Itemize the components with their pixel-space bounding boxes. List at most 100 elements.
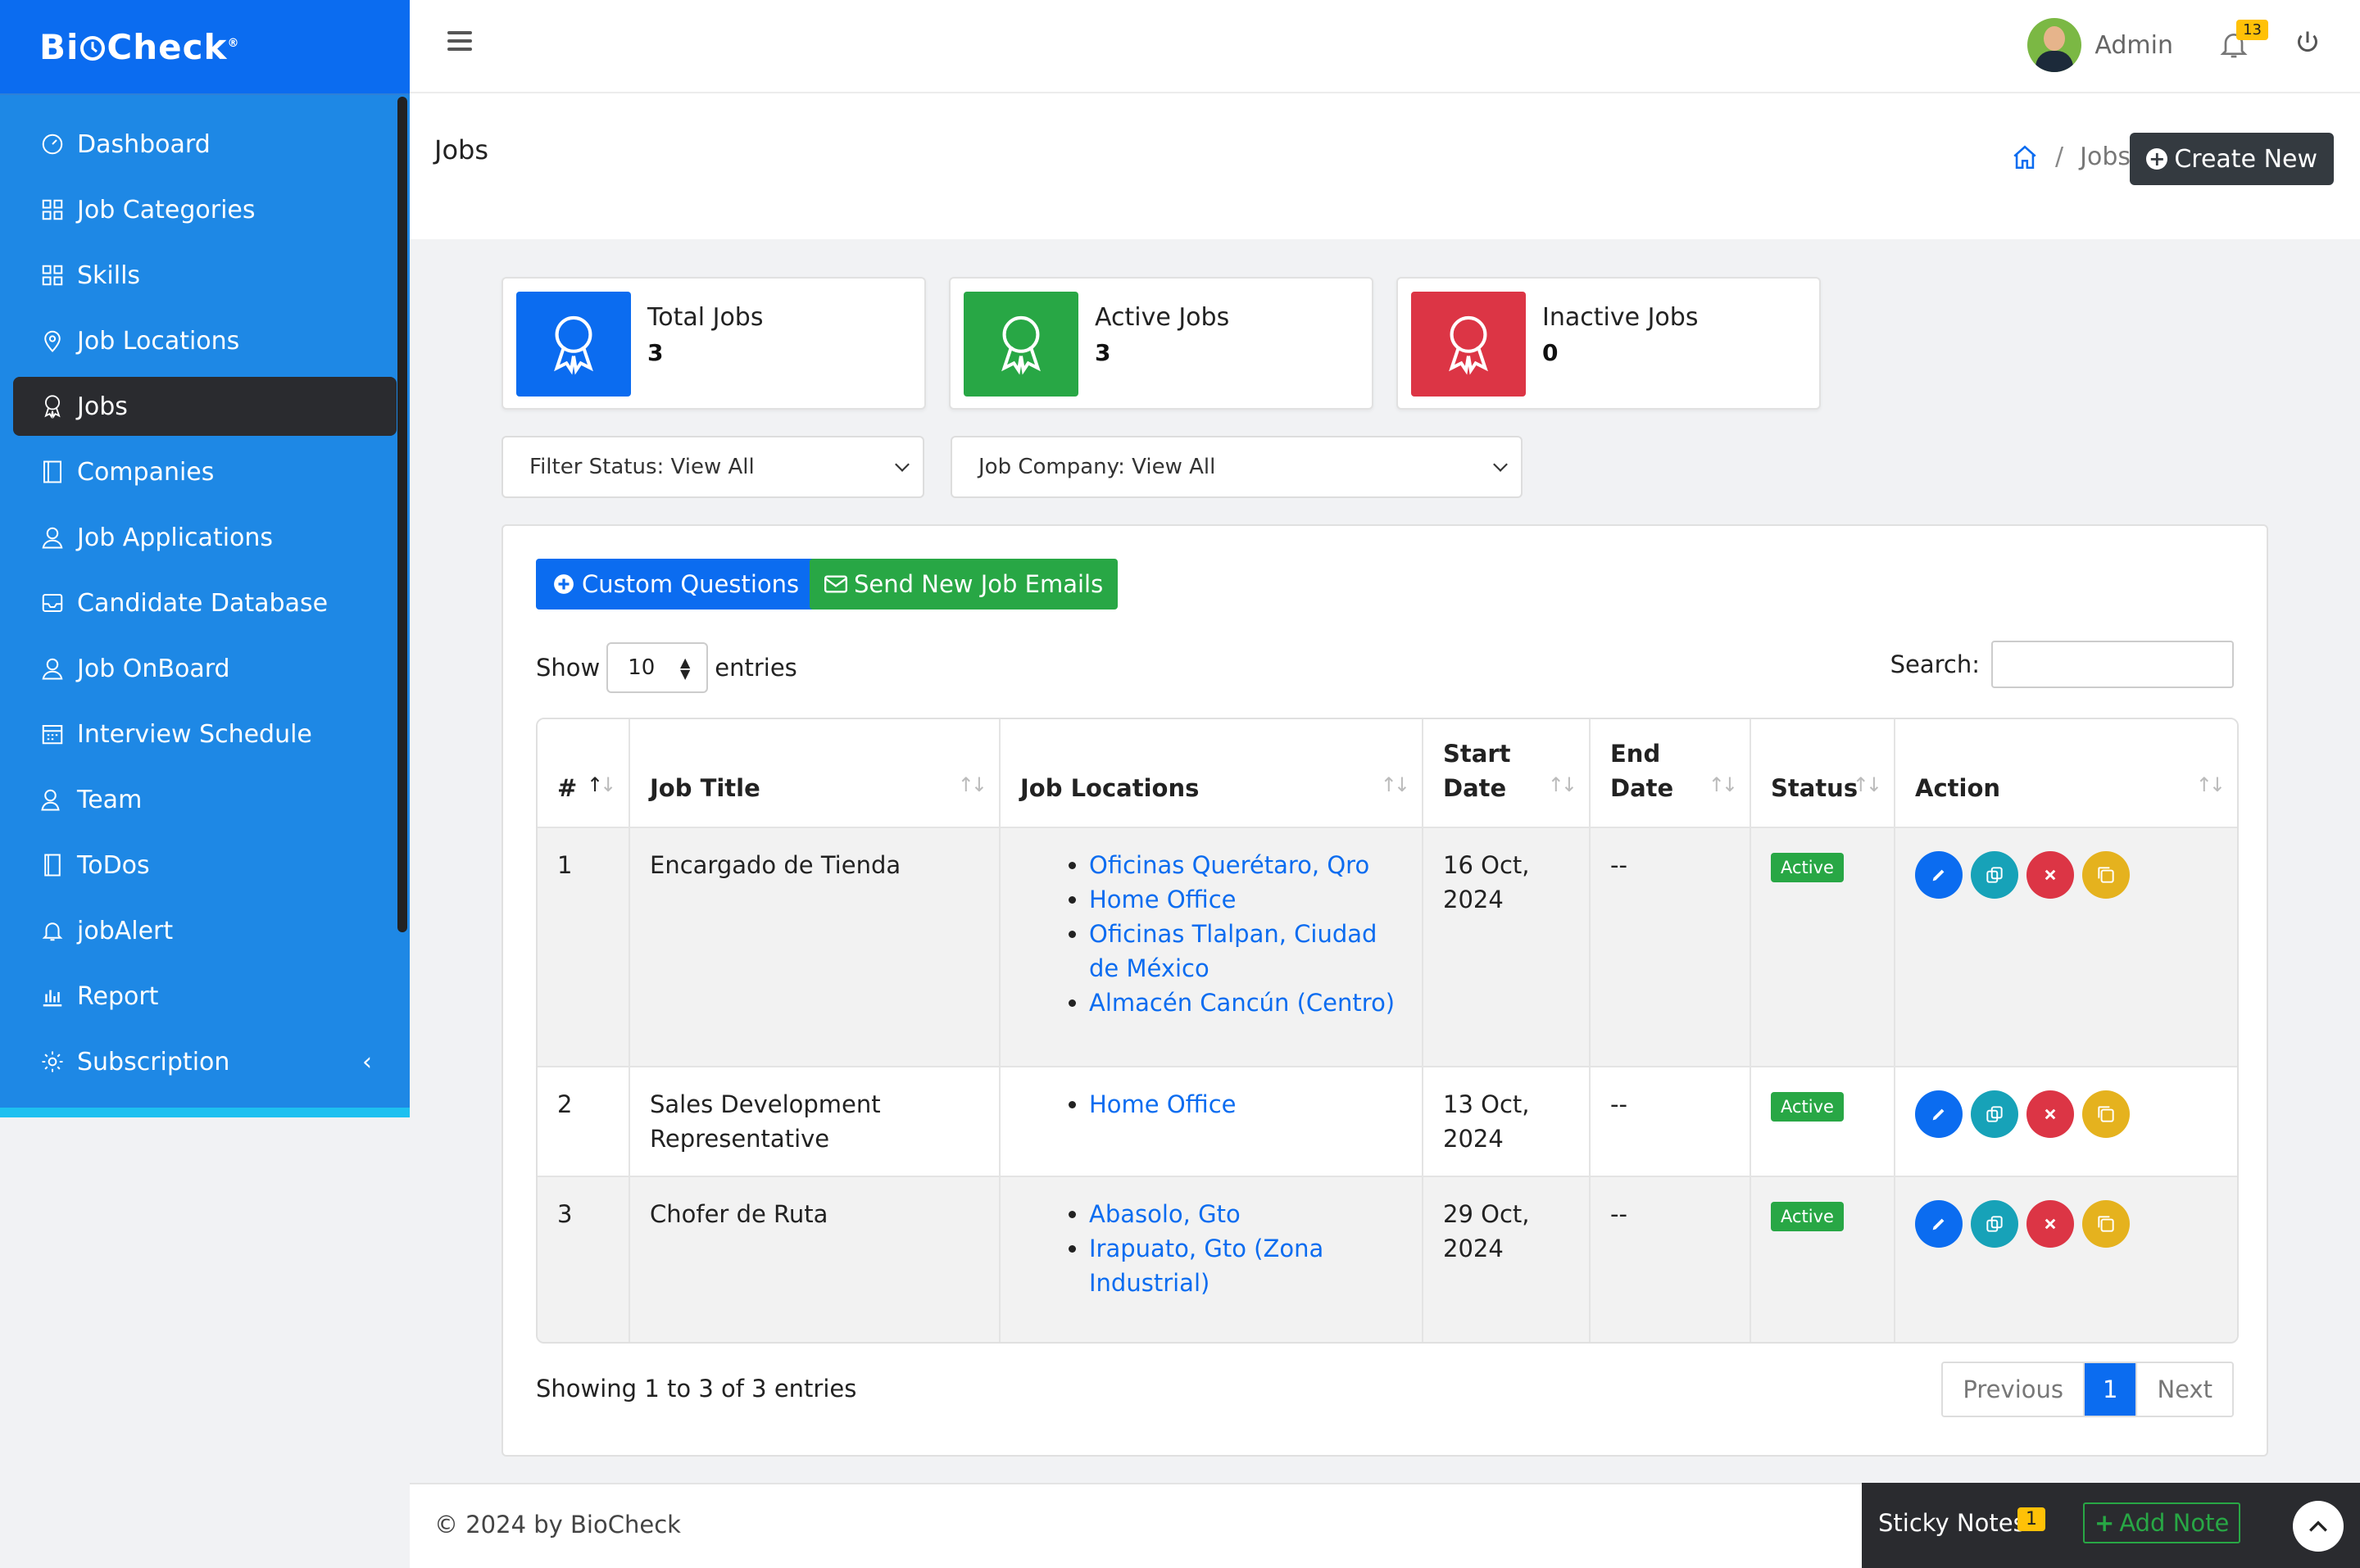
stat-label: Inactive Jobs — [1542, 303, 1699, 332]
scroll-top-button[interactable] — [2293, 1501, 2344, 1552]
cell-end-date: -- — [1590, 1176, 1751, 1342]
sidebar-item-job-applications[interactable]: Job Applications — [13, 508, 397, 567]
sidebar-item-todos[interactable]: ToDos — [13, 836, 397, 895]
sidebar-item-companies[interactable]: Companies — [13, 442, 397, 501]
pagination-page-1[interactable]: 1 — [2084, 1363, 2136, 1416]
status-badge: Active — [1771, 1202, 1844, 1231]
custom-questions-button[interactable]: Custom Questions — [536, 559, 816, 610]
cell-job-locations: Home Office — [1000, 1066, 1423, 1176]
cell-start-date: 13 Oct, 2024 — [1423, 1066, 1591, 1176]
sidebar-item-subscription[interactable]: Subscription ‹ — [13, 1032, 397, 1091]
close-icon — [2043, 1217, 2058, 1231]
user-name[interactable]: Admin — [2094, 31, 2173, 60]
sidebar-item-label: Candidate Database — [77, 588, 329, 618]
column-header-job-title[interactable]: Job Title ↑↓ — [629, 719, 1001, 828]
status-badge: Active — [1771, 1092, 1844, 1122]
sidebar-scrollbar[interactable] — [397, 97, 407, 932]
power-icon[interactable] — [2293, 28, 2322, 57]
location-link[interactable]: Oficinas Querétaro, Qro — [1089, 848, 1402, 882]
sidebar-item-interview-schedule[interactable]: Interview Schedule — [13, 705, 397, 764]
sidebar-item-skills[interactable]: Skills — [13, 246, 397, 305]
delete-button[interactable] — [2026, 1090, 2074, 1138]
delete-button[interactable] — [2026, 1200, 2074, 1248]
sidebar-item-dashboard[interactable]: Dashboard — [13, 115, 397, 174]
pagination: Previous 1 Next — [1941, 1362, 2234, 1417]
plus-icon: + — [2094, 1509, 2115, 1537]
location-link[interactable]: Home Office — [1089, 1087, 1402, 1122]
sidebar-item-label: ToDos — [77, 850, 150, 880]
duplicate-button[interactable] — [2082, 1090, 2130, 1138]
sort-asc-icon: ↑↓ — [587, 773, 616, 796]
column-header-job-locations[interactable]: Job Locations ↑↓ — [1000, 719, 1423, 828]
sticky-notes-label[interactable]: Sticky Notes — [1878, 1509, 2026, 1537]
pagination-next[interactable]: Next — [2135, 1363, 2232, 1416]
search-input[interactable] — [1991, 641, 2234, 688]
sidebar-item-label: Job Applications — [77, 523, 274, 552]
plus-circle-icon — [552, 573, 575, 596]
sidebar-item-team[interactable]: Team — [13, 770, 397, 829]
sidebar-item-candidate-database[interactable]: Candidate Database — [13, 573, 397, 632]
user-menu[interactable]: Admin — [2027, 18, 2173, 72]
sidebar-item-label: Companies — [77, 457, 215, 487]
edit-button[interactable] — [1915, 1090, 1963, 1138]
edit-button[interactable] — [1915, 851, 1963, 899]
chevron-left-icon[interactable]: ‹ — [362, 1048, 372, 1076]
duplicate-button[interactable] — [2082, 851, 2130, 899]
sidebar-accent-strip — [0, 1108, 410, 1117]
stat-box-total — [516, 292, 631, 397]
duplicate-button[interactable] — [2082, 1200, 2130, 1248]
page-size-select[interactable]: 10 ▲ ▼ — [606, 642, 709, 693]
cell-end-date: -- — [1590, 1066, 1751, 1176]
add-note-button[interactable]: + Add Note — [2083, 1502, 2241, 1543]
calendar-icon — [38, 719, 67, 749]
stat-label: Active Jobs — [1095, 303, 1230, 332]
status-filter-select[interactable]: Filter Status: View All — [502, 436, 924, 498]
location-link[interactable]: Home Office — [1089, 882, 1402, 917]
edit-button[interactable] — [1915, 1200, 1963, 1248]
delete-button[interactable] — [2026, 851, 2074, 899]
column-header-end-date[interactable]: End Date ↑↓ — [1590, 719, 1751, 828]
location-link[interactable]: Irapuato, Gto (Zona Industrial) — [1089, 1231, 1402, 1300]
sidebar-item-jobs[interactable]: Jobs — [13, 377, 397, 436]
menu-toggle-icon[interactable] — [447, 31, 472, 51]
column-header-number[interactable]: # ↑↓ — [538, 719, 630, 828]
sidebar-item-report[interactable]: Report — [13, 967, 397, 1026]
bell-icon — [38, 916, 67, 945]
location-link[interactable]: Oficinas Tlalpan, Ciudad de México — [1089, 917, 1402, 986]
cell-start-date: 29 Oct, 2024 — [1423, 1176, 1591, 1342]
copy-button[interactable] — [1971, 851, 2018, 899]
sidebar-item-job-onboard[interactable]: Job OnBoard — [13, 639, 397, 698]
table-row: 3Chofer de RutaAbasolo, GtoIrapuato, Gto… — [538, 1176, 2237, 1342]
copy-button[interactable] — [1971, 1200, 2018, 1248]
cell-number: 2 — [538, 1066, 630, 1176]
sidebar-item-job-categories[interactable]: Job Categories — [13, 180, 397, 239]
duplicate-icon — [2095, 864, 2117, 886]
create-new-button[interactable]: + Create New — [2130, 133, 2334, 185]
copy-button[interactable] — [1971, 1090, 2018, 1138]
column-header-start-date[interactable]: Start Date ↑↓ — [1423, 719, 1591, 828]
sort-icon: ↑↓ — [1708, 773, 1738, 796]
column-header-action[interactable]: Action ↑↓ — [1895, 719, 2237, 828]
table-search: Search: — [1890, 641, 2234, 688]
location-link[interactable]: Abasolo, Gto — [1089, 1197, 1402, 1231]
company-filter-select[interactable]: Job Company: View All — [951, 436, 1523, 498]
sidebar-nav: Dashboard Job Categories Skills Job Locatio… — [0, 95, 410, 1091]
cell-start-date: 16 Oct, 2024 — [1423, 827, 1591, 1067]
grid-icon — [38, 261, 67, 290]
send-job-emails-button[interactable]: Send New Job Emails — [810, 559, 1119, 610]
cell-actions — [1895, 1176, 2237, 1342]
stat-card-inactive-jobs: Inactive Jobs 0 — [1396, 277, 1821, 410]
map-pin-icon — [38, 326, 67, 356]
sort-icon: ↑↓ — [957, 773, 987, 796]
avatar[interactable] — [2027, 18, 2082, 72]
book-icon — [38, 850, 67, 880]
home-icon[interactable] — [2011, 143, 2039, 171]
location-link[interactable]: Almacén Cancún (Centro) — [1089, 986, 1402, 1020]
duplicate-icon — [2095, 1213, 2117, 1235]
column-header-status[interactable]: Status ↑↓ — [1750, 719, 1895, 828]
brand-logo[interactable]: Bi Check® — [0, 0, 410, 95]
cell-number: 1 — [538, 827, 630, 1067]
sidebar-item-job-locations[interactable]: Job Locations — [13, 311, 397, 370]
sidebar-item-jobalert[interactable]: jobAlert — [13, 901, 397, 960]
pagination-previous[interactable]: Previous — [1943, 1363, 2085, 1416]
